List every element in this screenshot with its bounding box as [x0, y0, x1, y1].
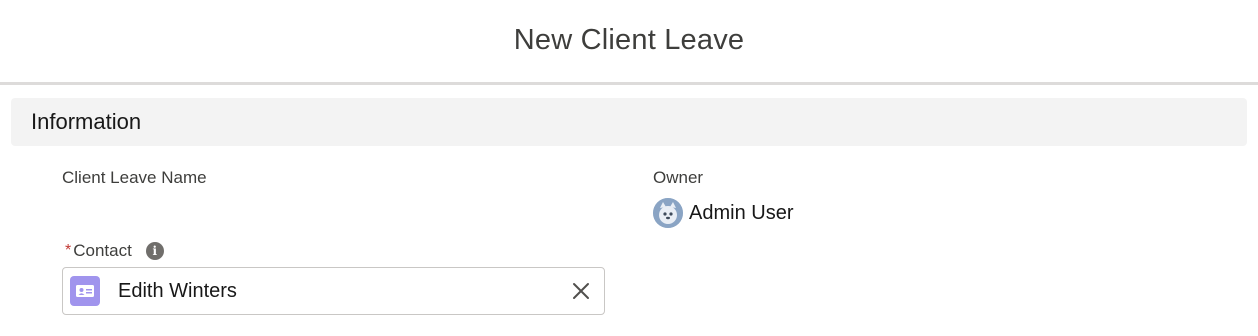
- close-icon[interactable]: [570, 280, 592, 302]
- required-marker: *: [65, 242, 72, 259]
- contact-card-icon: [70, 276, 100, 306]
- modal-header: New Client Leave: [0, 0, 1258, 85]
- admin-avatar-icon: [653, 198, 683, 228]
- info-icon[interactable]: i: [145, 242, 164, 260]
- client-leave-name-label: Client Leave Name: [62, 168, 207, 187]
- section-title: Information: [31, 109, 142, 134]
- modal-title: New Client Leave: [513, 23, 745, 56]
- contact-lookup-field[interactable]: Edith Winters: [62, 267, 605, 315]
- contact-label: Contact: [73, 241, 132, 260]
- owner-value[interactable]: Admin User: [653, 197, 793, 229]
- contact-label-row: * Contact i: [62, 240, 164, 262]
- owner-name-link[interactable]: Admin User: [689, 202, 793, 225]
- owner-label: Owner: [653, 168, 704, 187]
- contact-lookup-value: Edith Winters: [118, 279, 237, 302]
- section-header-information[interactable]: Information: [11, 98, 1247, 146]
